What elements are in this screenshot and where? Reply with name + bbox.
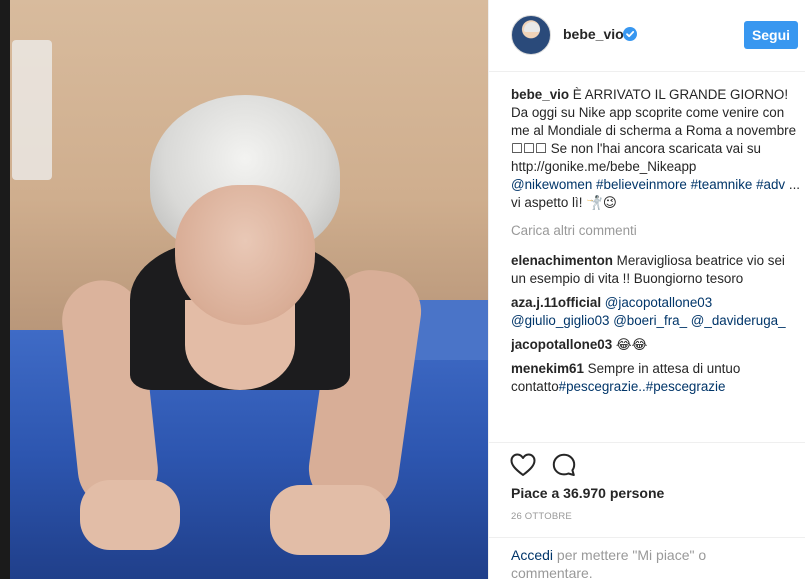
comment-item: aza.j.11official @jacopotallone03 @giuli…: [511, 294, 801, 330]
login-prompt: Accedi per mettere "Mi piace" o commenta…: [489, 537, 805, 579]
load-more-comments[interactable]: Carica altri commenti: [511, 222, 801, 240]
comment-item: elenachimenton Meravigliosa beatrice vio…: [511, 252, 801, 288]
comment-text: 😂😂: [612, 337, 648, 352]
caption-link-url[interactable]: http://gonike.me/bebe_Nikeapp: [511, 159, 696, 174]
comment-username[interactable]: menekim61: [511, 361, 584, 376]
comment-username[interactable]: elenachimenton: [511, 253, 613, 268]
post-actions: Piace a 36.970 persone 26 OTTOBRE Accedi…: [489, 442, 805, 579]
login-link[interactable]: Accedi: [511, 547, 553, 563]
caption-text-2: Da oggi su Nike app scoprite come venire…: [511, 105, 797, 156]
caption-hashtags[interactable]: @nikewomen #believeinmore #teamnike #adv: [511, 177, 785, 192]
photo-hand-left: [80, 480, 180, 550]
photo-hand-right: [270, 485, 390, 555]
photo-face: [175, 185, 315, 325]
comment-username[interactable]: jacopotallone03: [511, 337, 612, 352]
post-date: 26 OTTOBRE: [511, 511, 572, 522]
post-username[interactable]: bebe_vio: [563, 26, 624, 42]
caption-text-1: È ARRIVATO IL GRANDE GIORNO!: [569, 87, 789, 102]
follow-button[interactable]: Segui: [744, 21, 798, 49]
heart-icon[interactable]: [510, 453, 536, 477]
comment-hashtags[interactable]: #pescegrazie..#pescegrazie: [559, 379, 726, 394]
post-header: bebe_vio Segui: [489, 0, 805, 72]
post-side-panel: bebe_vio Segui bebe_vio È ARRIVATO IL GR…: [488, 0, 805, 579]
post-photo[interactable]: [0, 0, 488, 579]
likes-count[interactable]: Piace a 36.970 persone: [511, 485, 664, 501]
photo-edge: [0, 0, 10, 579]
caption-username[interactable]: bebe_vio: [511, 87, 569, 102]
comments-list: bebe_vio È ARRIVATO IL GRANDE GIORNO! Da…: [511, 86, 801, 442]
avatar[interactable]: [511, 15, 551, 55]
comment-bubble-icon[interactable]: [552, 453, 576, 477]
verified-badge-icon: [623, 27, 637, 41]
photo-window: [12, 40, 52, 180]
post-caption: bebe_vio È ARRIVATO IL GRANDE GIORNO! Da…: [511, 86, 801, 212]
comment-item: jacopotallone03 😂😂: [511, 336, 801, 354]
comment-username[interactable]: aza.j.11official: [511, 295, 601, 310]
comment-item: menekim61 Sempre in attesa di untuo cont…: [511, 360, 801, 396]
